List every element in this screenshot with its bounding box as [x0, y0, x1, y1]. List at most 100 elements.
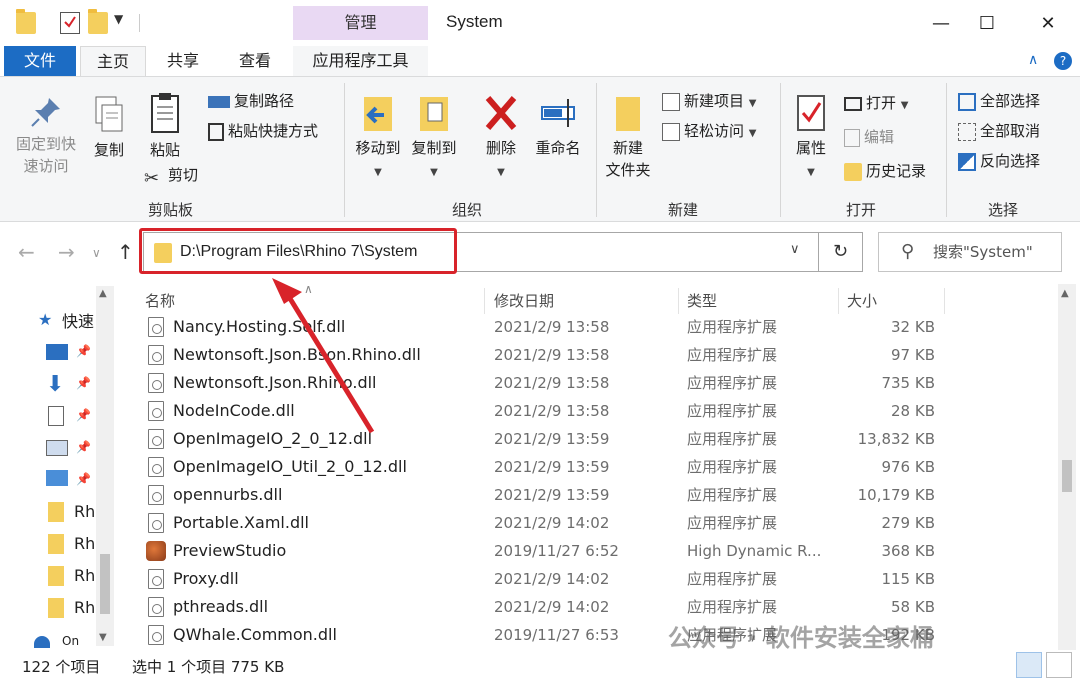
forward-arrow-icon[interactable]: → [58, 240, 75, 264]
tab-share[interactable]: 共享 [152, 46, 214, 76]
new-folder-button[interactable]: 新建 文件夹 [600, 93, 656, 181]
nav-item-folder[interactable]: Rh [74, 566, 95, 585]
paste-button[interactable]: 粘贴 [142, 91, 188, 161]
address-dropdown-icon[interactable]: ∨ [790, 242, 800, 257]
maximize-button[interactable]: ☐ [964, 8, 1010, 40]
pictures-icon[interactable] [46, 440, 68, 456]
file-type: 应用程序扩展 [687, 374, 778, 392]
table-row[interactable]: PreviewStudio 2019/11/27 6:52 High Dynamic… [118, 537, 1048, 565]
column-header-name[interactable]: 名称 [145, 290, 175, 311]
recent-chevron-icon[interactable]: ∨ [92, 246, 101, 260]
properties-icon[interactable] [60, 12, 80, 34]
copy-to-button[interactable]: 复制到 ▼ [406, 93, 462, 184]
open-button[interactable]: 打开 ▼ [844, 91, 909, 115]
invert-selection-button[interactable]: 反向选择 [958, 149, 1040, 173]
search-box[interactable]: ⚲ 搜索"System" [878, 232, 1062, 272]
cut-button[interactable]: ✂ 剪切 [144, 163, 198, 189]
table-row[interactable]: opennurbs.dll 2021/2/9 13:59 应用程序扩展 10,179 … [118, 481, 1048, 509]
dll-file-icon [148, 373, 164, 393]
select-none-button[interactable]: 全部取消 [958, 119, 1040, 143]
file-date: 2021/2/9 13:58 [494, 402, 610, 420]
table-row[interactable]: OpenImageIO_Util_2_0_12.dll 2021/2/9 13:5… [118, 453, 1048, 481]
scroll-up-icon[interactable]: ▲ [99, 288, 107, 299]
file-list-scrollbar-thumb[interactable] [1062, 460, 1072, 492]
tab-view[interactable]: 查看 [222, 46, 288, 76]
large-icons-view-button[interactable] [1046, 652, 1072, 678]
table-row[interactable]: Newtonsoft.Json.Bson.Rhino.dll 2021/2/9 1… [118, 341, 1048, 369]
collapse-ribbon-icon[interactable]: ∧ [1028, 52, 1038, 68]
minimize-button[interactable]: — [918, 8, 964, 40]
table-row[interactable]: Nancy.Hosting.Self.dll 2021/2/9 13:58 应用程序… [118, 313, 1048, 341]
select-all-button[interactable]: 全部选择 [958, 89, 1040, 113]
delete-button[interactable]: 删除 ▼ [478, 93, 524, 184]
pin-label-line1: 固定到快 [15, 135, 76, 153]
search-input[interactable]: 搜索"System" [933, 233, 1033, 271]
nav-scrollbar-thumb[interactable] [100, 554, 110, 614]
file-type: 应用程序扩展 [687, 458, 778, 476]
this-pc-icon[interactable] [46, 470, 68, 486]
scroll-down-icon[interactable]: ▼ [99, 632, 107, 643]
column-header-type[interactable]: 类型 [687, 290, 717, 311]
close-button[interactable]: ✕ [1025, 8, 1071, 40]
rename-label: 重命名 [535, 139, 581, 157]
table-row[interactable]: pthreads.dll 2021/2/9 14:02 应用程序扩展 58 KB [118, 593, 1048, 621]
invert-selection-icon [958, 152, 976, 171]
table-row[interactable]: NodeInCode.dll 2021/2/9 13:58 应用程序扩展 28 KB [118, 397, 1048, 425]
paste-shortcut-button[interactable]: 粘贴快捷方式 [208, 119, 318, 143]
table-row[interactable]: Newtonsoft.Json.Rhino.dll 2021/2/9 13:58 应… [118, 369, 1048, 397]
new-folder-icon[interactable] [88, 9, 108, 34]
column-separator[interactable] [484, 288, 485, 314]
file-date: 2019/11/27 6:52 [494, 542, 619, 560]
paste-shortcut-icon [208, 122, 224, 141]
new-folder-label-line1: 新建 [612, 139, 643, 157]
back-arrow-icon[interactable]: ← [18, 240, 35, 264]
file-date: 2021/2/9 13:59 [494, 458, 610, 476]
up-arrow-icon[interactable]: ↑ [117, 240, 134, 264]
scroll-up-icon[interactable]: ▲ [1061, 288, 1069, 299]
column-header-date[interactable]: 修改日期 [494, 290, 554, 311]
file-type: 应用程序扩展 [687, 570, 778, 588]
pin-icon: 📌 [76, 472, 91, 486]
edit-button[interactable]: 编辑 [844, 125, 894, 149]
documents-icon[interactable] [48, 406, 64, 426]
copy-path-button[interactable]: 复制路径 [208, 89, 294, 113]
nav-item-onedrive[interactable]: On [62, 634, 79, 650]
file-name: pthreads.dll [173, 597, 269, 616]
folder-icon[interactable] [16, 9, 36, 34]
refresh-button[interactable]: ↻ [819, 232, 863, 272]
chevron-down-icon[interactable]: ▼ [114, 12, 123, 26]
table-row[interactable]: Proxy.dll 2021/2/9 14:02 应用程序扩展 115 KB [118, 565, 1048, 593]
properties-button[interactable]: 属性 ▼ [788, 93, 834, 184]
easy-access-button[interactable]: 轻松访问 ▼ [662, 119, 757, 143]
move-to-button[interactable]: 移动到 ▼ [350, 93, 406, 184]
nav-item-folder[interactable]: Rh [74, 502, 95, 521]
quick-access-label[interactable]: 快速 [62, 308, 94, 332]
column-header-size[interactable]: 大小 [847, 290, 877, 311]
nav-item-folder[interactable]: Rh [74, 598, 95, 617]
folder-icon [48, 534, 64, 554]
file-type: High Dynamic R... [687, 542, 822, 560]
column-separator[interactable] [838, 288, 839, 314]
tab-manage[interactable]: 管理 [293, 6, 428, 40]
file-name: OpenImageIO_Util_2_0_12.dll [173, 457, 407, 476]
new-item-button[interactable]: 新建项目 ▼ [662, 89, 757, 113]
details-view-button[interactable] [1016, 652, 1042, 678]
easy-access-label: 轻松访问 [684, 122, 745, 140]
help-icon[interactable]: ? [1054, 52, 1072, 70]
column-separator[interactable] [944, 288, 945, 314]
copy-path-label: 复制路径 [234, 92, 295, 110]
nav-item-folder[interactable]: Rh [74, 534, 95, 553]
pin-quick-access-button[interactable]: 固定到快 速访问 [10, 95, 82, 177]
tab-home[interactable]: 主页 [80, 46, 146, 76]
history-button[interactable]: 历史记录 [844, 159, 926, 183]
file-type: 应用程序扩展 [687, 514, 778, 532]
table-row[interactable]: OpenImageIO_2_0_12.dll 2021/2/9 13:59 应用程序… [118, 425, 1048, 453]
desktop-icon[interactable] [46, 344, 68, 360]
tab-file[interactable]: 文件 [4, 46, 76, 76]
downloads-icon[interactable]: ⬇ [46, 372, 64, 397]
column-separator[interactable] [678, 288, 679, 314]
rename-button[interactable]: 重命名 [530, 93, 586, 159]
copy-button[interactable]: 复制 [86, 95, 132, 161]
tab-app-tools[interactable]: 应用程序工具 [293, 46, 428, 76]
table-row[interactable]: Portable.Xaml.dll 2021/2/9 14:02 应用程序扩展 279… [118, 509, 1048, 537]
